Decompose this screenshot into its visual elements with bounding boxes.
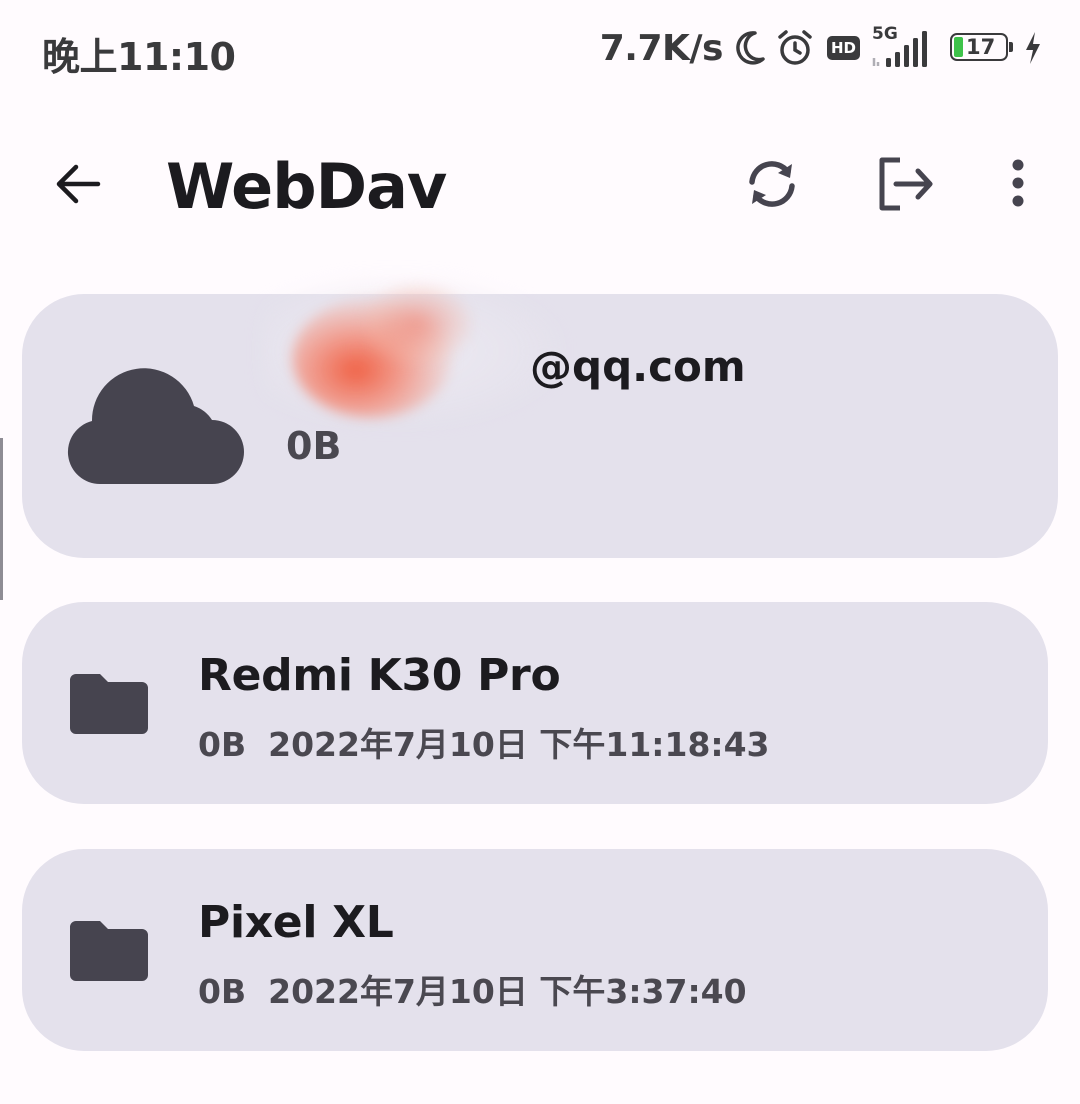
signal-icon: 5G — [872, 24, 936, 68]
folder-size: 0B — [198, 725, 247, 764]
folder-item[interactable]: Redmi K30 Pro 0B 2022年7月10日 下午11:18:43 — [22, 602, 1048, 804]
status-time: 晚上11:10 — [42, 35, 236, 79]
top-app-bar: WebDav — [0, 130, 1080, 240]
account-size: 0B — [286, 424, 342, 468]
folder-time: 下午3:37:40 — [539, 972, 747, 1011]
alarm-icon — [775, 28, 815, 68]
folder-name: Pixel XL — [198, 897, 394, 948]
redacted-username — [262, 276, 562, 426]
page-title: WebDav — [166, 150, 447, 223]
more-vert-icon — [1012, 159, 1024, 207]
back-button[interactable] — [42, 148, 114, 220]
network-speed: 7.7K/s — [599, 27, 724, 69]
folder-meta: 0B 2022年7月10日 下午11:18:43 — [198, 718, 770, 766]
cloud-icon — [67, 368, 244, 485]
sync-icon — [749, 161, 795, 207]
more-options-button[interactable] — [982, 148, 1054, 220]
battery-level-text: 17 — [966, 35, 996, 59]
folder-date: 2022年7月10日 — [268, 972, 528, 1011]
folder-meta: 0B 2022年7月10日 下午3:37:40 — [198, 965, 747, 1013]
battery-icon: 17 — [950, 33, 1016, 63]
sync-button[interactable] — [736, 148, 808, 220]
hd-icon: HD — [826, 36, 860, 60]
account-email: @qq.com — [530, 342, 746, 391]
folder-icon — [70, 674, 148, 734]
back-arrow-icon — [56, 164, 101, 204]
logout-button[interactable] — [868, 148, 940, 220]
folder-item[interactable]: Pixel XL 0B 2022年7月10日 下午3:37:40 — [22, 849, 1048, 1051]
status-bar: 晚上11:10 7.7K/s HD 5G 17 — [0, 0, 1080, 96]
folder-icon — [70, 921, 148, 981]
moon-icon — [733, 29, 767, 67]
folder-name: Redmi K30 Pro — [198, 650, 561, 701]
logout-icon — [879, 157, 933, 211]
folder-time: 下午11:18:43 — [539, 725, 770, 764]
edge-handle — [0, 438, 3, 600]
charging-icon — [1024, 31, 1042, 65]
folder-size: 0B — [198, 972, 247, 1011]
status-icons: 7.7K/s HD 5G 17 — [600, 24, 1042, 72]
account-card[interactable]: @qq.com 0B — [22, 276, 1058, 558]
folder-date: 2022年7月10日 — [268, 725, 528, 764]
